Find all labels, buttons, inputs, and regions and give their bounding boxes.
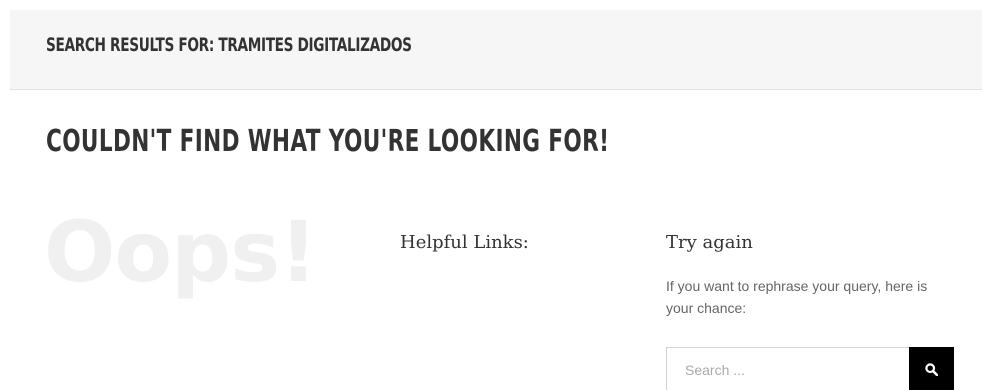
search-icon: [925, 363, 938, 376]
page-title-bar: Search results for: TRAMITES DIGITALIZAD…: [10, 10, 982, 90]
page: Search results for: TRAMITES DIGITALIZAD…: [0, 0, 982, 390]
search-input[interactable]: [666, 347, 909, 390]
search-form: [666, 347, 954, 390]
try-again-title: Try again: [666, 232, 753, 253]
helpful-links-title: Helpful Links:: [400, 232, 529, 253]
not-found-heading: Couldn't find what you're looking for!: [46, 124, 610, 159]
oops-text: Oops!: [44, 203, 318, 301]
search-button[interactable]: [909, 347, 954, 390]
page-title: Search results for: TRAMITES DIGITALIZAD…: [46, 34, 412, 56]
try-again-description: If you want to rephrase your query, here…: [666, 278, 928, 316]
